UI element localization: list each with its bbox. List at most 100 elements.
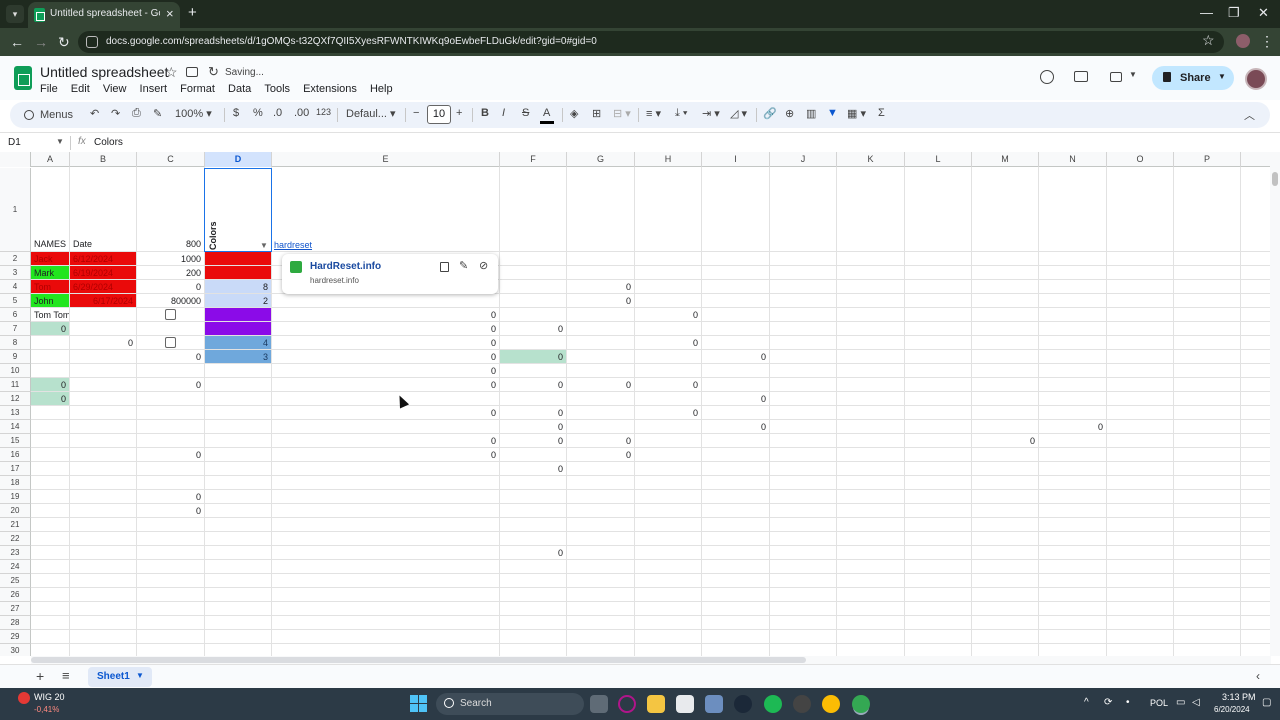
move-folder-icon[interactable]	[186, 67, 198, 77]
cell-f15[interactable]: 0	[500, 434, 566, 447]
cell-h8[interactable]: 0	[635, 336, 701, 349]
column-header-e[interactable]: E	[272, 152, 500, 167]
cell-d7[interactable]	[205, 322, 271, 335]
row-header-24[interactable]: 24	[0, 560, 31, 574]
stock-name[interactable]: WIG 20	[34, 692, 65, 702]
mic-icon[interactable]: •	[1126, 697, 1130, 708]
cell-a12[interactable]: 0	[31, 392, 69, 405]
chrome-active-icon[interactable]	[852, 695, 870, 713]
meet-dropdown-icon[interactable]: ▼	[1129, 70, 1137, 79]
cell-g5[interactable]: 0	[567, 294, 634, 307]
cell-e9[interactable]: 0	[272, 350, 499, 363]
window-close-icon[interactable]: ✕	[1258, 5, 1269, 21]
zoom-select[interactable]: 100% ▾	[175, 107, 212, 120]
currency-format-button[interactable]: $	[233, 107, 239, 119]
row-header-15[interactable]: 15	[0, 434, 31, 448]
cell-d6[interactable]	[205, 308, 271, 321]
row-header-18[interactable]: 18	[0, 476, 31, 490]
cell-d8[interactable]: 4	[205, 336, 271, 349]
cell-d2[interactable]	[205, 252, 271, 265]
row-header-23[interactable]: 23	[0, 546, 31, 560]
menus-search[interactable]: Menus	[14, 104, 84, 126]
row-header-11[interactable]: 11	[0, 378, 31, 392]
cell-g16[interactable]: 0	[567, 448, 634, 461]
text-color-button[interactable]: A	[543, 107, 550, 119]
cell-c20[interactable]: 0	[137, 504, 204, 517]
cell-f14[interactable]: 0	[500, 420, 566, 433]
column-header-p[interactable]: P	[1174, 152, 1241, 167]
tab-close-icon[interactable]: ×	[166, 6, 174, 21]
row-header-5[interactable]: 5	[0, 294, 31, 308]
account-avatar[interactable]	[1245, 68, 1267, 90]
steam-icon[interactable]	[734, 695, 752, 713]
horizontal-align-icon[interactable]: ≡ ▾	[646, 107, 661, 120]
column-header-i[interactable]: I	[702, 152, 770, 167]
horizontal-scrollbar[interactable]	[31, 656, 1271, 664]
paint-format-icon[interactable]: ✎	[153, 107, 162, 120]
select-all-corner[interactable]	[0, 152, 31, 167]
cell-b3[interactable]: 6/19/2024	[70, 266, 136, 279]
row-header-27[interactable]: 27	[0, 602, 31, 616]
column-header-c[interactable]: C	[137, 152, 205, 167]
add-sheet-icon[interactable]: +	[36, 668, 44, 684]
cell-h11[interactable]: 0	[635, 378, 701, 391]
cell-a3[interactable]: Mark	[31, 266, 69, 279]
side-panel-toggle-icon[interactable]: ‹	[1256, 669, 1260, 683]
cell-a1[interactable]: NAMES	[31, 237, 69, 251]
stock-widget-icon[interactable]	[18, 692, 30, 704]
forward-icon[interactable]: →	[34, 34, 48, 50]
decrease-decimal-button[interactable]: .0	[273, 107, 282, 119]
text-wrap-icon[interactable]: ⇥ ▾	[702, 107, 720, 120]
cell-f13[interactable]: 0	[500, 406, 566, 419]
menu-view[interactable]: View	[103, 83, 127, 95]
number-format-button[interactable]: 123	[316, 107, 331, 117]
maximize-icon[interactable]: ❐	[1228, 5, 1240, 21]
row-header-1[interactable]: 1	[0, 168, 31, 252]
menu-insert[interactable]: Insert	[140, 83, 168, 95]
column-header-j[interactable]: J	[770, 152, 837, 167]
cell-e1-link[interactable]: hardreset	[274, 240, 312, 250]
url-bar[interactable]: docs.google.com/spreadsheets/d/1gOMQs-t3…	[78, 31, 1224, 53]
row-header-29[interactable]: 29	[0, 630, 31, 644]
increase-decimal-button[interactable]: .00	[294, 107, 309, 119]
print-icon[interactable]: ⎙	[132, 107, 141, 120]
cell-g4[interactable]: 0	[567, 280, 634, 293]
row-header-10[interactable]: 10	[0, 364, 31, 378]
sheet-tab-sheet1[interactable]: Sheet1 ▼	[88, 667, 152, 687]
merge-cells-icon[interactable]: ⊟ ▾	[613, 107, 631, 120]
cell-b4[interactable]: 6/29/2024	[70, 280, 136, 293]
cell-i9[interactable]: 0	[702, 350, 769, 363]
row-header-30[interactable]: 30	[0, 644, 31, 656]
comments-icon[interactable]	[1074, 71, 1088, 82]
row-header-21[interactable]: 21	[0, 518, 31, 532]
cell-e15[interactable]: 0	[272, 434, 499, 447]
app-t-icon[interactable]	[676, 695, 694, 713]
checkbox-c6[interactable]	[165, 309, 176, 320]
cell-h6[interactable]: 0	[635, 308, 701, 321]
cell-b1[interactable]: Date	[70, 237, 136, 251]
menu-file[interactable]: File	[40, 83, 58, 95]
cell-a7[interactable]: 0	[31, 322, 69, 335]
network-icon[interactable]: ▭	[1176, 697, 1185, 708]
cell-b5[interactable]: 6/17/2024	[70, 294, 136, 307]
vertical-scroll-thumb[interactable]	[1272, 172, 1278, 186]
menu-format[interactable]: Format	[180, 83, 215, 95]
cell-d3[interactable]	[205, 266, 271, 279]
row-header-12[interactable]: 12	[0, 392, 31, 406]
column-header-a[interactable]: A	[31, 152, 70, 167]
all-sheets-icon[interactable]: ≡	[62, 668, 70, 683]
site-info-icon[interactable]	[86, 36, 98, 48]
cell-m15[interactable]: 0	[972, 434, 1038, 447]
functions-button[interactable]: Σ	[878, 107, 885, 119]
task-view-icon[interactable]	[590, 695, 608, 713]
cell-e13[interactable]: 0	[272, 406, 499, 419]
cell-e8[interactable]: 0	[272, 336, 499, 349]
cell-g11[interactable]: 0	[567, 378, 634, 391]
star-icon[interactable]: ☆	[165, 64, 178, 81]
column-header-d[interactable]: D	[205, 152, 272, 167]
cell-c3[interactable]: 200	[137, 266, 204, 279]
cell-d5[interactable]: 2	[205, 294, 271, 307]
row-header-4[interactable]: 4	[0, 280, 31, 294]
column-header-f[interactable]: F	[500, 152, 567, 167]
row-header-2[interactable]: 2	[0, 252, 31, 266]
